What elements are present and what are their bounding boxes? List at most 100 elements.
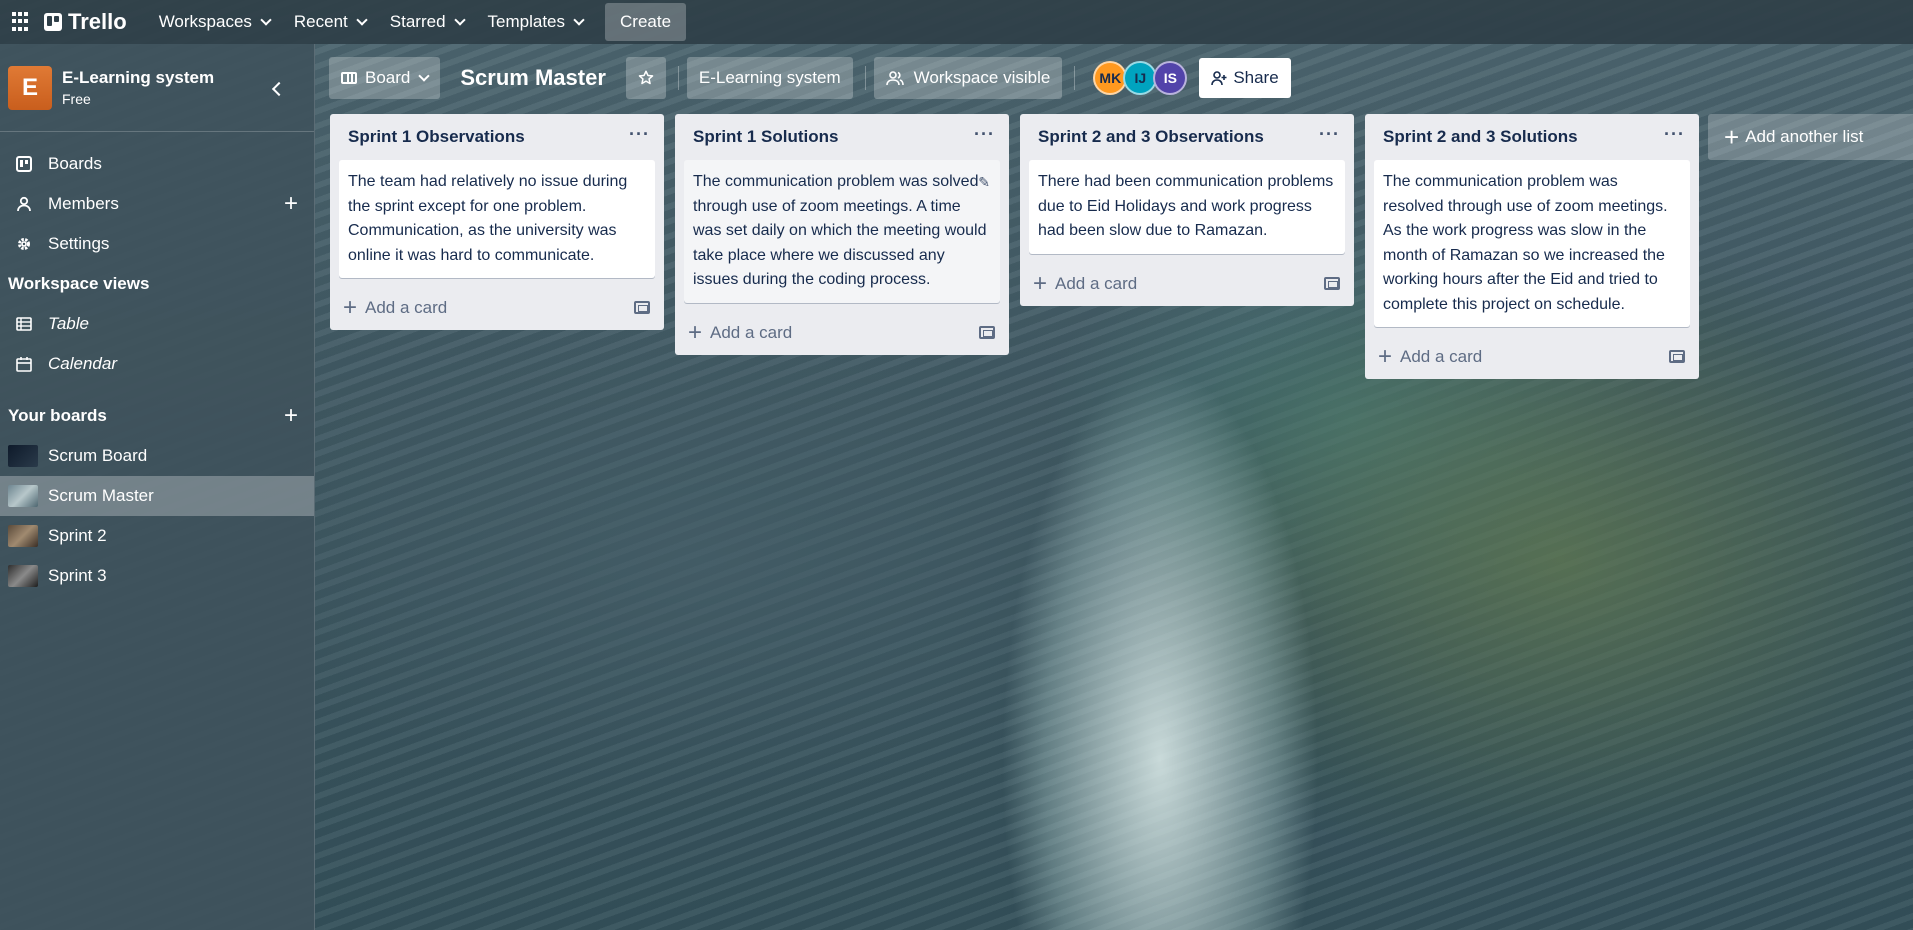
board-label: Sprint 3 xyxy=(48,566,107,585)
card[interactable]: The communication problem was resolved t… xyxy=(1374,160,1690,327)
card-template-icon[interactable] xyxy=(979,325,995,339)
plus-icon: + xyxy=(1724,122,1740,152)
list-sprint-2-3-observations: Sprint 2 and 3 Observations ··· There ha… xyxy=(1020,114,1354,306)
sidebar-item-calendar[interactable]: Calendar xyxy=(0,344,314,384)
member-avatar[interactable]: MK xyxy=(1093,61,1128,95)
workspace-views-heading: Workspace views xyxy=(8,274,150,293)
nav-starred-label: Starred xyxy=(389,12,446,31)
card[interactable]: The team had relatively no issue during … xyxy=(339,160,655,278)
sidebar-board-scrum-board[interactable]: Scrum Board xyxy=(0,436,314,476)
sidebar-item-table[interactable]: Table xyxy=(0,304,314,344)
list-header[interactable]: Sprint 1 Observations ··· xyxy=(330,114,664,160)
sidebar-item-label: Boards xyxy=(48,154,102,173)
list-header[interactable]: Sprint 2 and 3 Observations ··· xyxy=(1020,114,1354,160)
pencil-icon[interactable]: ✎ xyxy=(978,170,990,195)
add-card-label: Add a card xyxy=(365,298,448,317)
list-menu-icon[interactable]: ··· xyxy=(974,124,995,145)
list-menu-icon[interactable]: ··· xyxy=(629,124,650,145)
workspace-name[interactable]: E-Learning system xyxy=(62,68,214,88)
add-card-button[interactable]: + Add a card xyxy=(675,311,1009,355)
your-boards-heading: Your boards + xyxy=(0,396,314,436)
member-avatar[interactable]: IJ xyxy=(1123,61,1158,95)
nav-recent-label: Recent xyxy=(293,12,348,31)
trello-logo-icon xyxy=(44,13,62,31)
board-view-switcher[interactable]: Board xyxy=(329,57,441,99)
board-title[interactable]: Scrum Master xyxy=(448,65,618,91)
board-members: MK IJ IS xyxy=(1093,61,1188,95)
card[interactable]: There had been communication problems du… xyxy=(1029,160,1345,254)
card[interactable]: The communication problem was solved thr… xyxy=(684,160,1000,303)
list-sprint-2-3-solutions: Sprint 2 and 3 Solutions ··· The communi… xyxy=(1365,114,1699,379)
list-sprint-1-solutions: Sprint 1 Solutions ··· The communication… xyxy=(675,114,1009,355)
sidebar-item-label: Members xyxy=(48,194,119,213)
collapse-sidebar-icon[interactable] xyxy=(271,81,287,97)
add-person-icon xyxy=(1211,71,1227,86)
list-header[interactable]: Sprint 2 and 3 Solutions ··· xyxy=(1365,114,1699,160)
divider xyxy=(864,66,866,90)
add-list-button[interactable]: + Add another list xyxy=(1708,114,1913,160)
share-label: Share xyxy=(1233,68,1279,87)
board-label: Scrum Master xyxy=(48,486,154,505)
sidebar-item-boards[interactable]: Boards xyxy=(0,144,314,184)
workspace-button[interactable]: E-Learning system xyxy=(686,57,853,99)
share-button[interactable]: Share xyxy=(1199,58,1291,98)
sidebar-item-settings[interactable]: Settings xyxy=(0,224,314,264)
chevron-down-icon xyxy=(356,14,368,26)
card-template-icon[interactable] xyxy=(634,301,650,314)
app-switcher-icon[interactable] xyxy=(12,12,32,32)
workspace-avatar[interactable]: E xyxy=(8,65,52,110)
chevron-down-icon xyxy=(453,14,466,26)
plus-icon: + xyxy=(1378,343,1393,370)
star-icon xyxy=(638,70,654,85)
nav-templates[interactable]: Templates xyxy=(476,4,595,40)
nav-workspaces[interactable]: Workspaces xyxy=(147,4,282,40)
list-title[interactable]: Sprint 1 Observations xyxy=(348,127,525,147)
nav-starred[interactable]: Starred xyxy=(378,4,476,40)
people-icon xyxy=(885,71,904,86)
board-thumbnail xyxy=(8,525,38,547)
nav-recent[interactable]: Recent xyxy=(282,4,378,40)
add-card-button[interactable]: + Add a card xyxy=(1365,335,1699,379)
gear-icon xyxy=(16,236,32,252)
visibility-button[interactable]: Workspace visible xyxy=(873,57,1063,99)
add-board-icon[interactable]: + xyxy=(284,404,298,428)
list-title[interactable]: Sprint 2 and 3 Solutions xyxy=(1383,127,1578,147)
top-navigation: Trello Workspaces Recent Starred Templat… xyxy=(0,0,1913,44)
plus-icon: + xyxy=(688,318,703,346)
sidebar-board-scrum-master[interactable]: Scrum Master xyxy=(0,476,314,516)
add-card-button[interactable]: + Add a card xyxy=(1020,262,1354,306)
visibility-label: Workspace visible xyxy=(913,68,1051,87)
sidebar: E E-Learning system Free Boards Members … xyxy=(0,44,315,930)
trello-logo[interactable]: Trello xyxy=(44,9,127,35)
board-thumbnail xyxy=(8,485,38,507)
chevron-down-icon xyxy=(573,14,585,26)
workspace-header: E E-Learning system Free xyxy=(0,44,314,132)
board-icon xyxy=(16,156,32,172)
board-icon xyxy=(341,72,357,84)
sidebar-board-sprint-2[interactable]: Sprint 2 xyxy=(0,516,314,556)
add-list-label: Add another list xyxy=(1745,127,1864,146)
add-card-button[interactable]: + Add a card xyxy=(330,286,664,330)
list-title[interactable]: Sprint 1 Solutions xyxy=(693,127,838,147)
list-menu-icon[interactable]: ··· xyxy=(1664,124,1685,145)
star-button[interactable] xyxy=(625,57,666,99)
sidebar-item-members[interactable]: Members + xyxy=(0,184,314,224)
card-template-icon[interactable] xyxy=(1669,350,1685,363)
add-card-label: Add a card xyxy=(710,322,793,342)
board-label: Sprint 2 xyxy=(48,526,107,545)
calendar-icon xyxy=(16,356,32,372)
card-template-icon[interactable] xyxy=(1324,276,1340,290)
list-header[interactable]: Sprint 1 Solutions ··· xyxy=(675,114,1009,160)
add-member-icon[interactable]: + xyxy=(284,192,298,216)
sidebar-board-sprint-3[interactable]: Sprint 3 xyxy=(0,556,314,596)
plus-icon: + xyxy=(1033,269,1048,297)
sidebar-item-label: Settings xyxy=(48,234,110,253)
list-menu-icon[interactable]: ··· xyxy=(1319,124,1340,145)
sidebar-item-label: Calendar xyxy=(48,354,117,373)
list-title[interactable]: Sprint 2 and 3 Observations xyxy=(1038,127,1264,147)
create-button[interactable]: Create xyxy=(605,3,687,41)
member-avatar[interactable]: IS xyxy=(1153,61,1188,95)
plus-icon: + xyxy=(343,294,358,321)
add-card-label: Add a card xyxy=(1400,347,1483,366)
board-header: Board Scrum Master E-Learning system Wor… xyxy=(315,44,1913,112)
